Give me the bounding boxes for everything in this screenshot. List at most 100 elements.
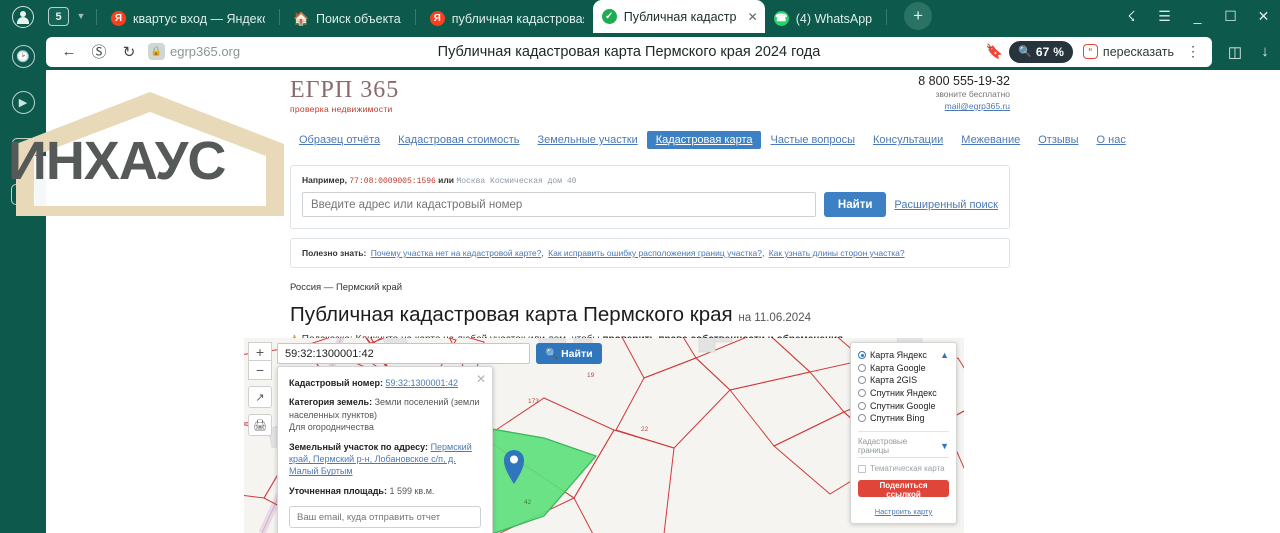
nav-item-sample-report[interactable]: Образец отчёта	[290, 131, 389, 149]
cadastral-borders-select[interactable]: Кадастровые границы ▼	[858, 437, 949, 458]
search-icon: 🔍	[545, 348, 559, 360]
site-logo[interactable]: ЕГРП 365	[290, 78, 1010, 102]
header-phone[interactable]: 8 800 555-19-32	[918, 74, 1010, 88]
radio-icon[interactable]	[858, 376, 866, 385]
layer-option-yandex-satellite[interactable]: Спутник Яндекс	[858, 387, 949, 400]
browser-tab-4-active[interactable]: ✓ Публичная кадастро ✕	[592, 0, 765, 33]
layer-label: Карта Яндекс	[870, 350, 927, 361]
radio-icon[interactable]	[858, 401, 866, 410]
bookmark-icon[interactable]: 🔖	[981, 43, 1007, 60]
breadcrumb-root[interactable]: Россия	[290, 282, 321, 293]
popup-email-input[interactable]	[289, 506, 481, 529]
browser-tab-2[interactable]: 🏠 Поиск объекта	[285, 4, 410, 33]
nav-item-surveying[interactable]: Межевание	[952, 131, 1029, 149]
browser-tab-3[interactable]: Я публичная кадастровая	[421, 4, 593, 33]
popup-cadastral-value[interactable]: 59:32:1300001:42	[385, 378, 458, 388]
layer-option-bing-satellite[interactable]: Спутник Bing	[858, 412, 949, 425]
nav-item-faq[interactable]: Частые вопросы	[761, 131, 864, 149]
split-screen-icon[interactable]: ◫	[1220, 33, 1250, 70]
screenshot-button[interactable]: 📷	[0, 171, 46, 217]
reload-icon[interactable]: ↻	[114, 38, 144, 66]
useful-link-3[interactable]: Как узнать длины сторон участка?	[769, 248, 905, 258]
map-zoom-out-button[interactable]: −	[248, 361, 272, 380]
search-input[interactable]	[302, 192, 816, 217]
radio-icon[interactable]	[858, 389, 866, 398]
popup-area-row: Уточненная площадь: 1 599 кв.м.	[289, 485, 481, 497]
nav-item-cadastral-value[interactable]: Кадастровая стоимость	[389, 131, 528, 149]
chevron-down-icon[interactable]: ▼	[71, 0, 91, 33]
new-tab-button[interactable]: +	[904, 2, 933, 30]
menu-icon[interactable]: ☰	[1148, 3, 1181, 29]
tab-count-badge[interactable]: 33	[0, 125, 46, 171]
radio-icon[interactable]	[858, 414, 866, 423]
lock-icon[interactable]: 🔒	[148, 43, 165, 60]
page-title-text: Публичная кадастровая карта Пермского кр…	[290, 303, 733, 326]
map-search-input[interactable]	[277, 343, 530, 364]
header-contacts: 8 800 555-19-32 звоните бесплатно mail@e…	[918, 74, 1010, 111]
nav-item-consultations[interactable]: Консультации	[864, 131, 952, 149]
layer-option-yandex-map[interactable]: Карта Яндекс ▲	[858, 349, 949, 362]
cadastral-map[interactable]: ул. Виноградная 143 168 26 284 35 283 17…	[244, 338, 964, 533]
yandex-icon[interactable]: Ⓢ	[84, 38, 114, 66]
site-nav: Образец отчёта Кадастровая стоимость Зем…	[290, 129, 1126, 151]
nav-item-reviews[interactable]: Отзывы	[1029, 131, 1087, 149]
search-find-button[interactable]: Найти	[823, 192, 887, 217]
header-phone-note: звоните бесплатно	[935, 89, 1010, 99]
map-print-icon[interactable]: 🖨	[248, 414, 272, 436]
parcel-label: 22	[641, 426, 649, 433]
kebab-menu-icon[interactable]: ⋮	[1182, 43, 1204, 60]
chevron-up-icon[interactable]: ▲	[940, 350, 949, 360]
page-title-date: на 11.06.2024	[738, 312, 811, 324]
retell-icon: “	[1082, 44, 1098, 59]
useful-link-1[interactable]: Почему участка нет на кадастровой карте?	[371, 248, 542, 258]
play-icon[interactable]: ▶	[0, 79, 46, 125]
minimize-icon[interactable]: _	[1181, 3, 1214, 29]
map-find-button[interactable]: 🔍 Найти	[536, 343, 602, 364]
url-text[interactable]: egrp365.org	[170, 44, 240, 59]
camera-icon: 📷	[11, 183, 35, 205]
map-zoom-in-button[interactable]: +	[248, 342, 272, 361]
close-icon[interactable]: ✕	[476, 371, 486, 388]
layer-option-2gis-map[interactable]: Карта 2GIS	[858, 374, 949, 387]
nav-item-about[interactable]: О нас	[1088, 131, 1135, 149]
tab-close-icon[interactable]: ✕	[745, 10, 761, 24]
browser-tab-1[interactable]: Я квартус вход — Яндекс	[102, 4, 274, 33]
header-email-link[interactable]: mail@egrp365.ru	[918, 101, 1010, 111]
useful-link-2[interactable]: Как исправить ошибку расположения границ…	[548, 248, 762, 258]
window-count-control[interactable]: 5 ▼	[48, 0, 91, 33]
profile-button[interactable]	[0, 0, 46, 33]
useful-label: Полезно знать:	[302, 248, 367, 258]
useful-sep-1: ,	[541, 248, 544, 258]
radio-icon[interactable]	[858, 351, 866, 360]
browser-chrome: 5 ▼ Я квартус вход — Яндекс 🏠 Поиск объе…	[0, 0, 1280, 70]
thematic-map-toggle[interactable]: Тематическая карта	[858, 464, 949, 473]
history-icon[interactable]: 🕑	[0, 33, 46, 79]
back-arrow-icon[interactable]: ←	[54, 38, 84, 66]
window-count-badge[interactable]: 5	[48, 7, 69, 26]
layer-option-google-satellite[interactable]: Спутник Google	[858, 399, 949, 412]
popup-address-label: Земельный участок по адресу:	[289, 441, 429, 452]
breadcrumb-region[interactable]: Пермский край	[336, 282, 402, 293]
maximize-icon[interactable]: ☐	[1214, 3, 1247, 29]
zoom-level-badge[interactable]: 🔍 67 %	[1009, 40, 1073, 63]
retell-button[interactable]: “ пересказать	[1075, 44, 1180, 59]
download-icon[interactable]: ↓	[1250, 33, 1280, 70]
radio-icon[interactable]	[858, 363, 866, 372]
collections-icon[interactable]: ☇	[1115, 3, 1148, 29]
tab-divider	[414, 9, 416, 25]
layer-option-google-map[interactable]: Карта Google	[858, 362, 949, 375]
nav-item-cadastral-map[interactable]: Кадастровая карта	[646, 131, 762, 149]
map-measure-icon[interactable]: ↗	[248, 386, 272, 408]
setup-map-link[interactable]: Настроить карту	[858, 507, 949, 516]
browser-tab-5[interactable]: ☎ (4) WhatsApp	[765, 4, 881, 33]
tab-title: Поиск объекта	[316, 11, 401, 26]
address-bar[interactable]: ← Ⓢ ↻ 🔒 egrp365.org Публичная кадастрова…	[46, 36, 1212, 67]
nav-item-land-plots[interactable]: Земельные участки	[528, 131, 646, 149]
popup-address-row: Земельный участок по адресу: Пермский кр…	[289, 441, 481, 478]
close-icon[interactable]: ✕	[1247, 3, 1280, 29]
share-link-button[interactable]: Поделиться ссылкой	[858, 479, 949, 499]
user-avatar-icon[interactable]	[12, 5, 34, 28]
tab-count-value: 33	[11, 137, 35, 159]
thematic-checkbox[interactable]	[858, 464, 866, 473]
advanced-search-link[interactable]: Расширенный поиск	[894, 199, 998, 211]
